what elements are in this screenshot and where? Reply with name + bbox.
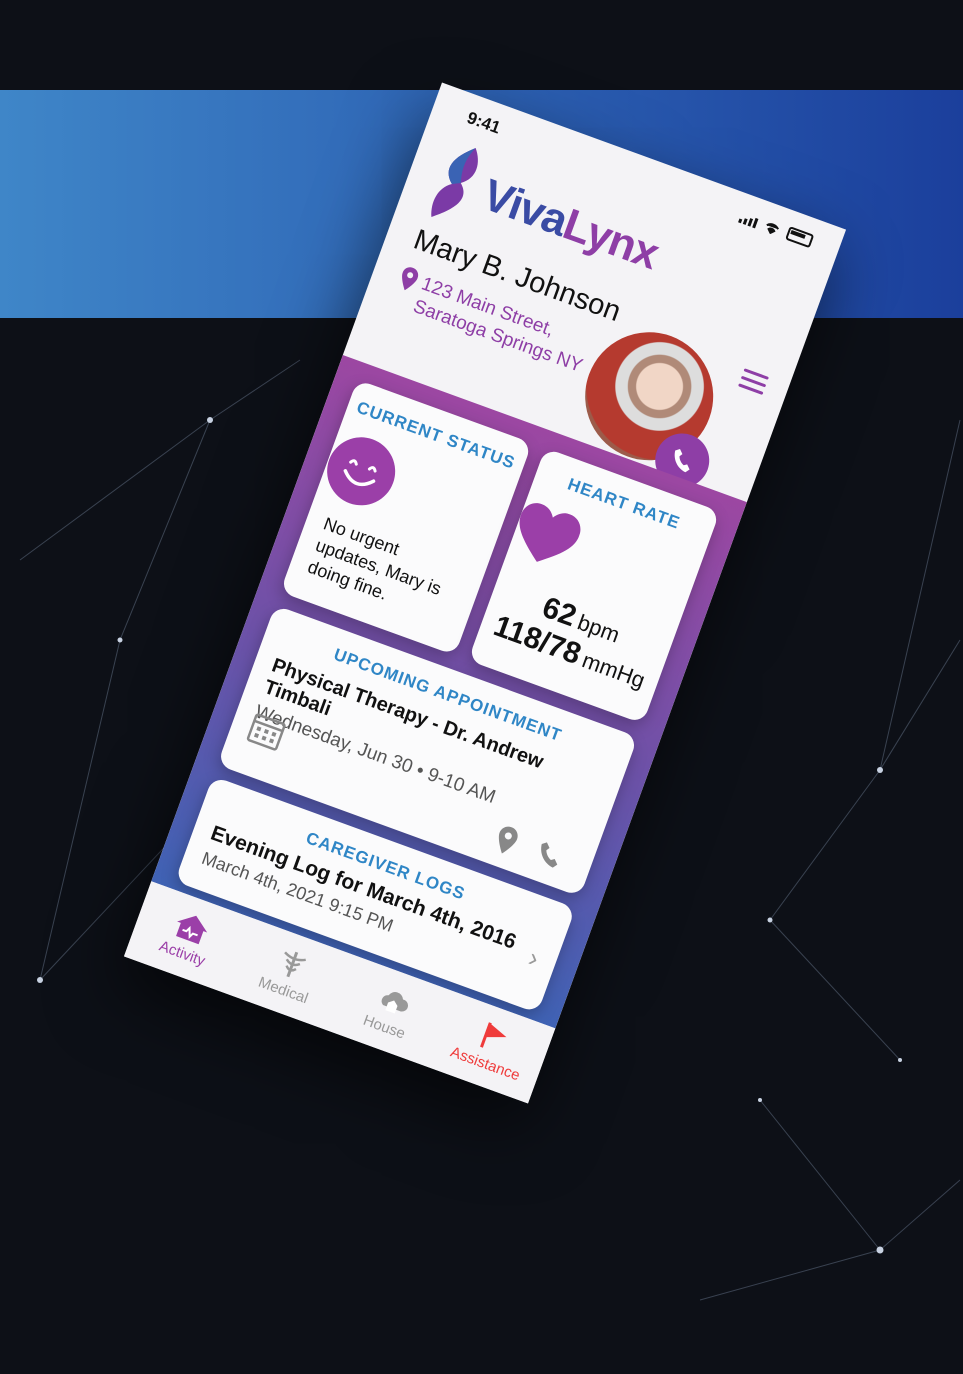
phone-icon[interactable]	[533, 838, 566, 871]
flag-icon	[480, 1021, 507, 1048]
logo-part1: Viva	[476, 170, 574, 246]
location-pin-icon	[402, 267, 419, 291]
caduceus-icon	[284, 951, 307, 977]
signal-icon	[738, 213, 759, 229]
phone-icon	[674, 449, 690, 473]
vitals: 62 bpm 118/78 mmHg	[477, 573, 675, 701]
hamburger-menu-icon[interactable]	[736, 364, 770, 400]
clock: 9:41	[464, 107, 504, 138]
battery-icon	[785, 226, 815, 249]
location-pin-icon[interactable]	[493, 824, 521, 857]
logo-part2: Lynx	[556, 199, 665, 279]
heart-icon	[519, 503, 581, 562]
wifi-icon	[766, 223, 779, 235]
smiley-face-icon	[327, 437, 396, 506]
status-message: No urgent updates, Mary is doing fine.	[305, 513, 444, 604]
